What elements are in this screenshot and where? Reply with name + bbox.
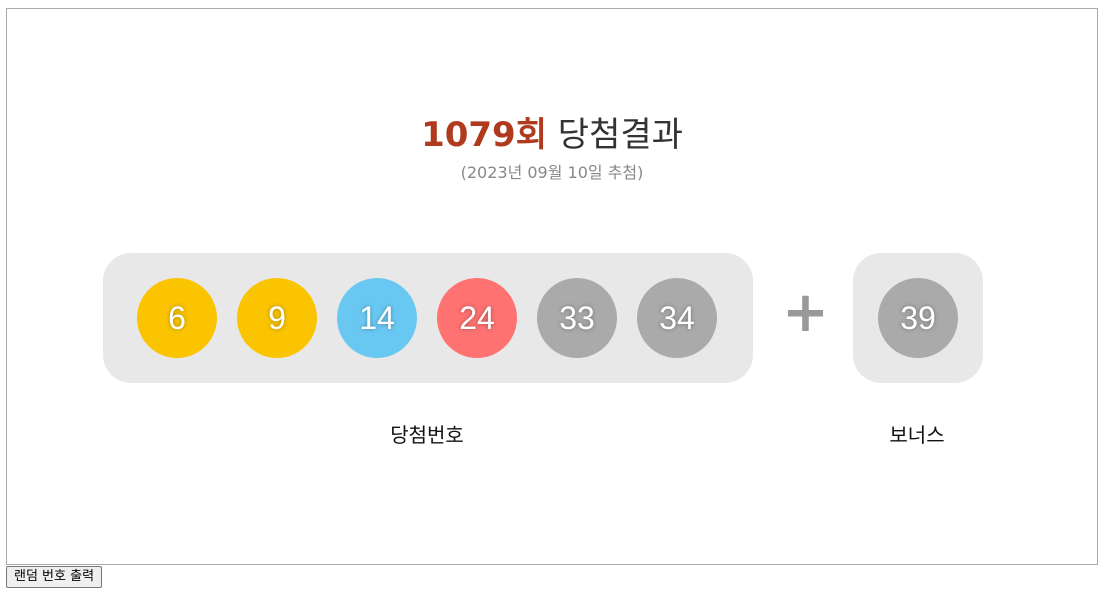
winning-numbers-label: 당첨번호 (390, 423, 464, 447)
winning-ball-5: 33 (537, 278, 617, 358)
draw-date: (2023년 09월 10일 추첨) (460, 163, 644, 182)
winning-ball-4: 24 (437, 278, 517, 358)
random-number-button[interactable]: 랜덤 번호 출력 (6, 566, 103, 588)
page-title: 1079회 당첨결과 (7, 113, 1097, 157)
winning-ball-3: 14 (337, 278, 417, 358)
winning-numbers-box: 6 9 14 24 33 34 (103, 253, 753, 383)
round-number: 1079회 (421, 115, 547, 155)
winning-ball-2: 9 (237, 278, 317, 358)
bonus-label: 보너스 (889, 423, 945, 447)
result-frame: 1079회 당첨결과 (2023년 09월 10일 추첨) 6 9 14 24 … (6, 8, 1098, 565)
plus-sign: + (782, 280, 829, 345)
winning-ball-1: 6 (137, 278, 217, 358)
winning-ball-6: 34 (637, 278, 717, 358)
bonus-number-box: 39 (853, 253, 983, 383)
title-suffix: 당첨결과 (546, 115, 683, 155)
bonus-ball: 39 (878, 278, 958, 358)
